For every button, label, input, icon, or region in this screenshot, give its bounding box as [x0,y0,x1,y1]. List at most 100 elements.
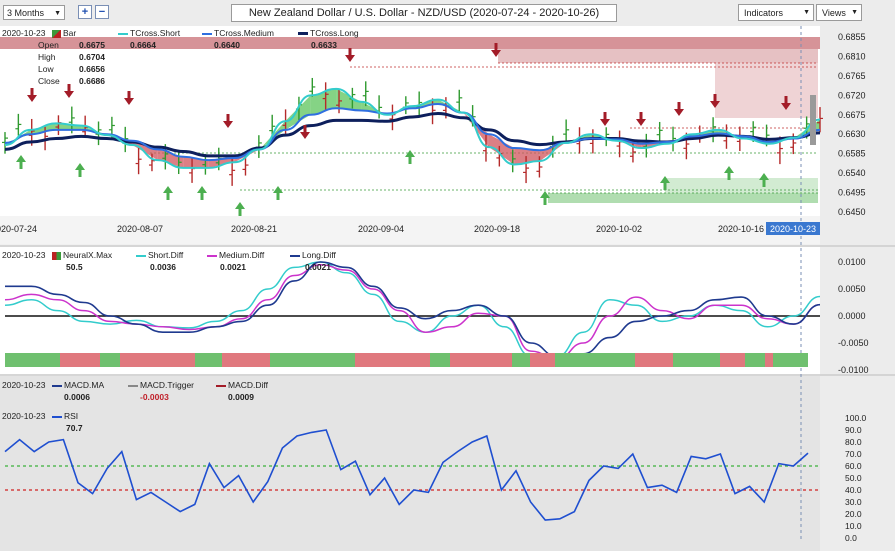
rsi-swatch [52,415,62,418]
rsi-panel-bg [0,376,820,551]
y-tick-label: 50.0 [845,473,862,483]
neuralx-icon [52,251,61,260]
y-tick-label: 0.0 [845,533,857,543]
neuralx-bar [430,353,450,367]
neuralx-bar [635,353,673,367]
ohlc-close-label: Close [38,76,60,86]
x-tick-label: 2020-10-02 [596,224,642,234]
y-tick-label: 90.0 [845,425,862,435]
legend-macd-diff: MACD.Diff [216,380,268,390]
legend-medium-diff-label: Medium.Diff [219,250,265,260]
support-zone-upper [665,178,818,193]
neuralx-bar [555,353,635,367]
legend-bar: Bar [52,28,76,38]
y-tick-label: 0.6630 [838,129,866,139]
y-tick-label: 0.0000 [838,311,866,321]
neuralx-bar [773,353,808,367]
legend-tcross-medium-label: TCross.Medium [214,28,274,38]
y-tick-label: 0.6810 [838,51,866,61]
macd-legend-date: 2020-10-23 [2,380,46,390]
macd-ma-swatch [52,384,62,387]
y-tick-label: 30.0 [845,497,862,507]
legend-long-diff: Long.Diff [290,250,336,260]
y-tick-label: 0.6450 [838,207,866,217]
legend-tcross-long-value: 0.6633 [311,40,337,50]
resistance-zone-lower [715,63,818,118]
tcross-medium-swatch [202,32,212,35]
legend-rsi-label: RSI [64,411,79,421]
neuralx-bar [355,353,430,367]
x-tick-label: 2020-07-24 [0,224,37,234]
legend-neuralx-value: 50.5 [66,262,83,272]
legend-tcross-short-value: 0.6664 [130,40,156,50]
legend-tcross-medium-value: 0.6640 [214,40,240,50]
x-tick-label: 2020-08-07 [117,224,163,234]
y-tick-label: 0.6675 [838,110,866,120]
y-tick-label: 20.0 [845,509,862,519]
y-tick-label: 40.0 [845,485,862,495]
neuralx-bar [673,353,720,367]
y-tick-label: 0.0100 [838,257,866,267]
legend-neuralx: NeuralX.Max [52,250,112,260]
long-diff-swatch [290,254,300,257]
legend-macd-ma: MACD.MA [52,380,104,390]
y-tick-label: 60.0 [845,461,862,471]
main-legend-date: 2020-10-23 [2,28,46,38]
neuralx-bar [450,353,512,367]
macd-trigger-swatch [128,384,138,387]
resistance-zone-top [0,37,820,49]
scroll-handle [810,95,816,145]
legend-long-diff-label: Long.Diff [302,250,336,260]
x-tick-label: 2020-08-21 [231,224,277,234]
legend-macd-trigger: MACD.Trigger [128,380,194,390]
neuralx-bar [60,353,100,367]
legend-rsi: RSI [52,411,78,421]
legend-tcross-short: TCross.Short [118,28,180,38]
rsi-legend-date: 2020-10-23 [2,411,46,421]
ohlc-open-value: 0.6675 [79,40,105,50]
tcross-long-swatch [298,32,308,36]
legend-medium-diff: Medium.Diff [207,250,264,260]
neuralx-bar [270,353,355,367]
neuralx-bar [530,353,555,367]
y-tick-label: 0.0050 [838,284,866,294]
legend-medium-diff-value: 0.0021 [220,262,246,272]
y-tick-label: 0.6540 [838,168,866,178]
ohlc-open-label: Open [38,40,59,50]
x-tick-label: 2020-09-18 [474,224,520,234]
y-tick-label: -0.0050 [838,338,869,348]
neuralx-bar [222,353,270,367]
neuralx-bar [745,353,765,367]
osc-legend-date: 2020-10-23 [2,250,46,260]
y-tick-label: 70.0 [845,449,862,459]
legend-neuralx-label: NeuralX.Max [63,250,113,260]
neuralx-bar [100,353,120,367]
legend-tcross-long-label: TCross.Long [310,28,359,38]
legend-short-diff-value: 0.0036 [150,262,176,272]
y-tick-label: 0.6585 [838,149,866,159]
ohlc-close-value: 0.6686 [79,76,105,86]
legend-macd-ma-label: MACD.MA [64,380,105,390]
legend-short-diff: Short.Diff [136,250,183,260]
resistance-zone [498,49,818,63]
tcross-short-swatch [118,32,128,35]
legend-bar-label: Bar [63,28,77,38]
y-tick-label: 100.0 [845,413,867,423]
ohlc-low-label: Low [38,64,54,74]
macd-diff-swatch [216,384,226,387]
legend-macd-diff-value: 0.0009 [228,392,254,402]
legend-macd-trigger-label: MACD.Trigger [140,380,194,390]
y-tick-label: 0.6765 [838,71,866,81]
legend-short-diff-label: Short.Diff [148,250,184,260]
legend-tcross-short-label: TCross.Short [130,28,181,38]
neuralx-bar [5,353,60,367]
x-tick-label: 2020-10-23 [770,224,816,234]
legend-tcross-long: TCross.Long [298,28,359,38]
legend-macd-ma-value: 0.0006 [64,392,90,402]
legend-macd-trigger-value: -0.0003 [140,392,169,402]
chart-canvas[interactable]: 0.6855 0.6810 0.6765 0.6720 0.6675 0.6630 0.65… [0,0,895,551]
legend-macd-diff-label: MACD.Diff [228,380,268,390]
neuralx-bar [720,353,745,367]
bar-icon [52,29,61,38]
y-tick-label: -0.0100 [838,365,869,375]
